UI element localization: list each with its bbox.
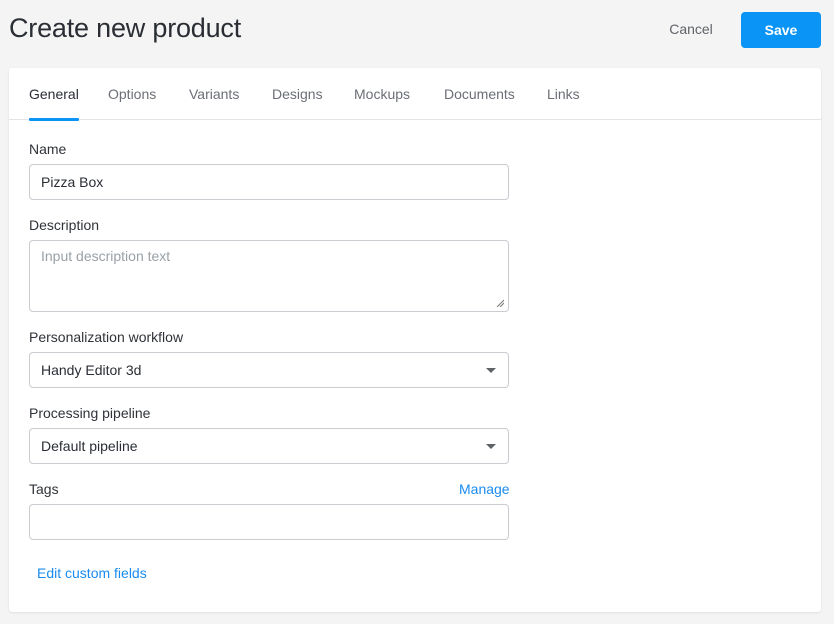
edit-custom-fields-link[interactable]: Edit custom fields bbox=[37, 565, 147, 581]
personalization-workflow-label: Personalization workflow bbox=[29, 329, 184, 345]
tab-designs[interactable]: Designs bbox=[272, 68, 323, 120]
tab-general[interactable]: General bbox=[29, 68, 79, 121]
tab-options[interactable]: Options bbox=[108, 68, 156, 120]
personalization-workflow-value: Handy Editor 3d bbox=[41, 362, 142, 378]
page-title: Create new product bbox=[9, 13, 242, 43]
tab-documents[interactable]: Documents bbox=[444, 68, 515, 120]
description-label: Description bbox=[29, 217, 100, 233]
product-form-card: General Options Variants Designs Mockups… bbox=[9, 68, 821, 612]
tab-variants[interactable]: Variants bbox=[189, 68, 239, 120]
processing-pipeline-label: Processing pipeline bbox=[29, 405, 151, 421]
processing-pipeline-select[interactable]: Default pipeline bbox=[29, 428, 509, 464]
name-input[interactable]: Pizza Box bbox=[29, 164, 509, 200]
tags-input[interactable] bbox=[29, 504, 509, 540]
cancel-button[interactable]: Cancel bbox=[662, 12, 720, 46]
resize-grip-icon[interactable] bbox=[496, 299, 504, 307]
chevron-down-icon bbox=[486, 368, 496, 373]
tags-label: Tags bbox=[29, 481, 59, 497]
personalization-workflow-select[interactable]: Handy Editor 3d bbox=[29, 352, 509, 388]
save-button[interactable]: Save bbox=[741, 12, 821, 48]
tab-bar: General Options Variants Designs Mockups… bbox=[9, 68, 821, 121]
description-textarea[interactable]: Input description text bbox=[29, 240, 509, 312]
tab-links[interactable]: Links bbox=[547, 68, 580, 120]
chevron-down-icon bbox=[486, 444, 496, 449]
page-header: Create new product Cancel Save bbox=[0, 0, 834, 62]
tab-mockups[interactable]: Mockups bbox=[354, 68, 410, 120]
name-label: Name bbox=[29, 141, 67, 157]
name-input-value: Pizza Box bbox=[41, 174, 104, 190]
processing-pipeline-value: Default pipeline bbox=[41, 438, 138, 454]
description-placeholder: Input description text bbox=[41, 248, 171, 264]
manage-tags-link[interactable]: Manage bbox=[459, 481, 510, 497]
